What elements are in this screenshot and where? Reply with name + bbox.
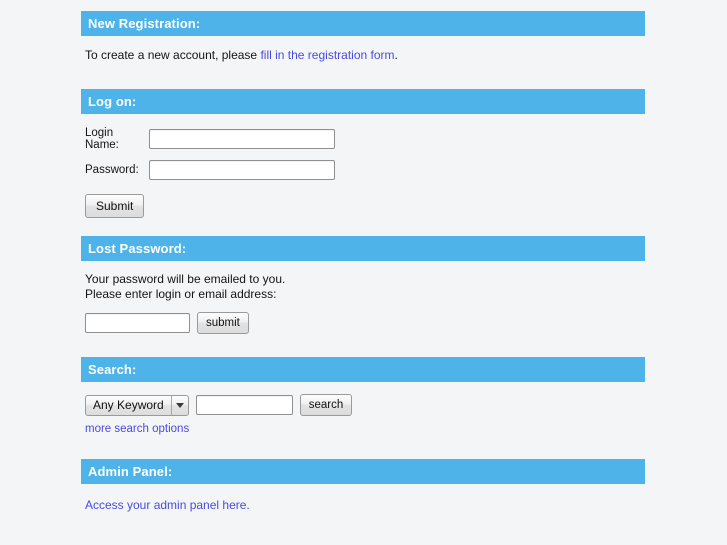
search-button[interactable]: search [299,394,353,416]
chevron-down-icon [170,395,188,415]
admin-panel-link[interactable]: Access your admin panel here. [85,498,250,512]
password-row: Password: [81,159,645,181]
spacer-after-registration [81,63,645,89]
logon-submit-row: Submit [81,190,645,218]
registration-intro-suffix: . [394,48,398,62]
section-body-new-registration: To create a new account, please fill in … [81,36,645,63]
section-header-search: Search: [81,357,645,382]
password-label: Password: [85,164,139,176]
lost-password-submit-button[interactable]: submit [197,312,249,334]
section-header-new-registration: New Registration: [81,11,645,36]
section-body-admin-panel: Access your admin panel here. [81,484,645,512]
password-input[interactable] [149,160,335,180]
lost-password-controls: submit [81,302,645,334]
login-name-label: Login Name: [85,127,119,151]
section-body-log-on: Login Name: Password: Submit [81,114,645,218]
registration-intro-text: To create a new account, please fill in … [81,36,645,63]
lost-password-input[interactable] [85,313,190,333]
registration-form-link[interactable]: fill in the registration form [260,48,394,62]
lost-password-line-1: Your password will be emailed to you. [85,272,286,286]
lost-password-line-2: Please enter login or email address: [85,287,277,301]
more-search-options-link[interactable]: more search options [85,423,189,435]
search-input[interactable] [195,395,293,415]
spacer-after-lost-password [81,334,645,357]
registration-intro-prefix: To create a new account, please [85,48,261,62]
section-body-lost-password: Your password will be emailed to you. Pl… [81,261,645,334]
admin-panel-link-row: Access your admin panel here. [81,498,645,512]
spacer-after-logon [81,218,645,236]
search-scope-select[interactable]: Any Keyword [85,394,189,416]
search-scope-selected-value: Any Keyword [93,398,164,412]
section-header-lost-password: Lost Password: [81,236,645,261]
logon-submit-button[interactable]: Submit [85,194,145,218]
login-name-input[interactable] [149,129,335,149]
section-body-search: Any Keyword search more search options [81,382,645,435]
section-header-log-on: Log on: [81,89,645,114]
more-search-options-row: more search options [81,416,645,435]
spacer-after-search [81,435,645,459]
content-column: New Registration: To create a new accoun… [81,11,645,512]
section-header-admin-panel: Admin Panel: [81,459,645,484]
page-root: New Registration: To create a new accoun… [0,0,727,545]
login-name-row: Login Name: [81,127,645,151]
search-controls: Any Keyword search [81,394,645,416]
